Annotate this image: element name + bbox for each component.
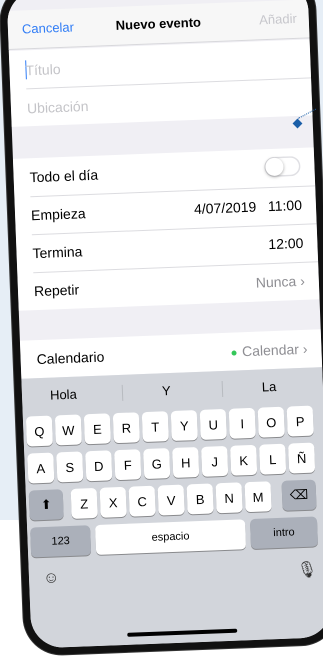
date-group: Todo el día Empieza 4/07/2019 11:00 Term… [12, 147, 320, 311]
starts-value: 4/07/2019 11:00 [194, 197, 303, 217]
key-x[interactable]: X [99, 486, 127, 518]
phone-frame: Cancelar Nuevo evento Añadir Título Ubic… [0, 0, 323, 656]
add-button[interactable]: Añadir [259, 11, 297, 27]
starts-date: 4/07/2019 [193, 198, 257, 217]
return-key[interactable]: intro [249, 516, 319, 550]
key-s[interactable]: S [56, 451, 84, 483]
key-f[interactable]: F [114, 449, 142, 481]
repeat-label: Repetir [33, 281, 80, 300]
shift-icon: ⬆ [40, 496, 52, 513]
repeat-value-text: Nunca [255, 273, 297, 291]
home-indicator [126, 628, 237, 637]
emoji-icon[interactable]: ☺ [43, 569, 60, 588]
key-t[interactable]: T [141, 411, 169, 443]
key-enye[interactable]: Ñ [288, 442, 316, 474]
key-b[interactable]: B [186, 483, 214, 515]
toggle-knob [265, 157, 284, 177]
starts-time: 11:00 [267, 196, 303, 215]
starts-label: Empieza [30, 205, 86, 224]
delete-key[interactable]: ⌫ [281, 479, 317, 511]
key-j[interactable]: J [201, 445, 229, 477]
key-q[interactable]: Q [25, 415, 53, 447]
key-d[interactable]: D [85, 450, 113, 482]
key-g[interactable]: G [143, 448, 171, 480]
key-r[interactable]: R [112, 412, 140, 444]
keyboard: Hola Y La Q W E R T Y U I O P A S D F G … [21, 367, 323, 649]
repeat-value: Nunca › [256, 273, 306, 291]
calendar-label: Calendario [36, 348, 105, 368]
suggestion-1[interactable]: Hola [50, 387, 77, 403]
calendar-value-text: Calendar [241, 341, 300, 360]
key-n[interactable]: N [215, 482, 243, 514]
phone-screen: Cancelar Nuevo evento Añadir Título Ubic… [6, 0, 323, 649]
key-e[interactable]: E [83, 413, 111, 445]
calendar-value: Calendar › [231, 341, 308, 360]
key-a[interactable]: A [27, 452, 55, 484]
shift-key[interactable]: ⬆ [28, 489, 64, 521]
numbers-key[interactable]: 123 [30, 525, 92, 558]
ends-time: 12:00 [268, 234, 304, 253]
key-k[interactable]: K [230, 444, 258, 476]
key-u[interactable]: U [199, 408, 227, 440]
microphone-icon[interactable]: 🎙 [297, 560, 318, 581]
key-l[interactable]: L [259, 443, 287, 475]
title-location-group: Título Ubicación [8, 39, 313, 127]
key-o[interactable]: O [257, 406, 285, 438]
key-h[interactable]: H [172, 446, 200, 478]
key-c[interactable]: C [128, 485, 156, 517]
key-m[interactable]: M [244, 481, 272, 513]
chevron-right-icon: › [299, 272, 306, 289]
key-p[interactable]: P [286, 405, 314, 437]
key-i[interactable]: I [228, 407, 256, 439]
divider [121, 384, 124, 401]
divider [221, 381, 224, 398]
location-placeholder: Ubicación [26, 97, 89, 117]
calendar-color-dot [231, 350, 237, 356]
all-day-toggle[interactable] [264, 155, 301, 178]
suggestion-2[interactable]: Y [162, 383, 171, 398]
space-key[interactable]: espacio [95, 519, 247, 555]
chevron-right-icon: › [302, 340, 308, 357]
key-z[interactable]: Z [70, 487, 98, 519]
ends-label: Termina [32, 243, 83, 262]
title-placeholder: Título [25, 61, 61, 79]
key-y[interactable]: Y [170, 410, 198, 442]
suggestion-3[interactable]: La [262, 379, 277, 395]
key-w[interactable]: W [54, 414, 82, 446]
all-day-label: Todo el día [29, 166, 99, 186]
backspace-icon: ⌫ [289, 486, 309, 503]
key-v[interactable]: V [157, 484, 185, 516]
